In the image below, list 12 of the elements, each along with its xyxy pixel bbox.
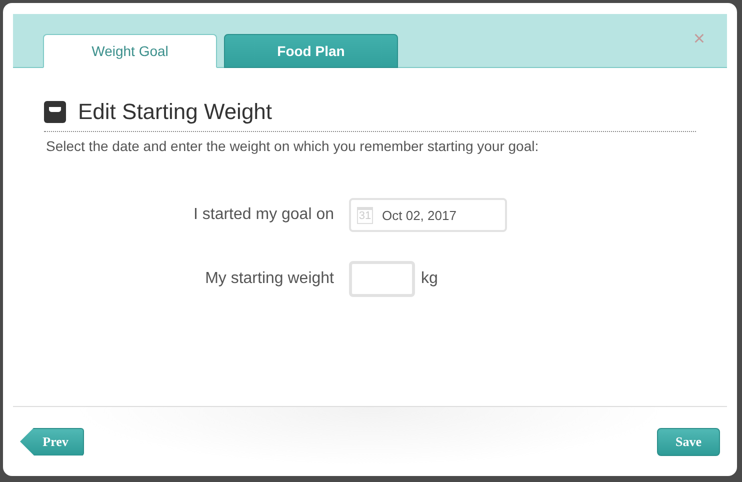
tab[interactable]: Weight Goal	[43, 34, 217, 68]
unit-label: kg	[421, 270, 438, 288]
dialog-title: Edit Starting Weight	[78, 99, 272, 125]
close-icon[interactable]: ×	[693, 29, 705, 49]
tab[interactable]: Food Plan	[224, 34, 398, 68]
save-button[interactable]: Save	[657, 428, 720, 456]
weight-input[interactable]	[349, 261, 415, 297]
field-label: My starting weight	[205, 270, 334, 288]
field-label: I started my goal on	[193, 206, 334, 224]
prev-button[interactable]: Prev	[20, 428, 84, 456]
scale-icon	[44, 101, 66, 123]
instructions-text: Select the date and enter the weight on which you remember starting your goal:	[46, 138, 540, 154]
